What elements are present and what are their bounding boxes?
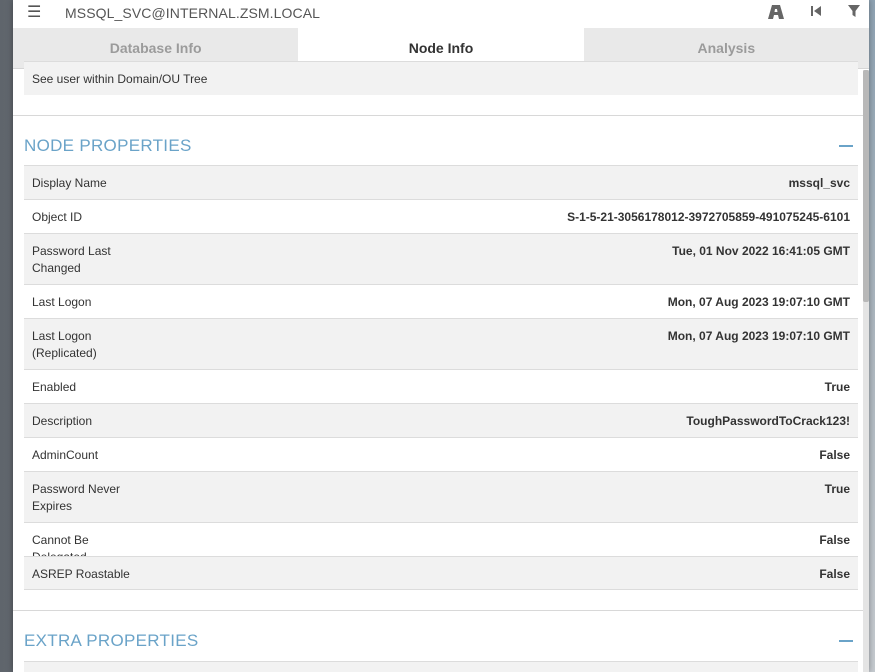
extra-properties-title: EXTRA PROPERTIES — [24, 631, 199, 650]
property-value: True — [824, 482, 850, 496]
property-label: AdminCount — [32, 448, 99, 462]
property-label: Last Logon — [32, 295, 92, 309]
property-row-password-never-expires: Password Never Expires True — [24, 471, 858, 522]
section-divider — [13, 115, 869, 116]
property-value: Mon, 07 Aug 2023 19:07:10 GMT — [667, 295, 850, 309]
property-value: S-1-5-21-3056178012-3972705859-491075245… — [567, 210, 850, 224]
property-label: ASREP Roastable — [32, 567, 130, 581]
hamburger-icon[interactable]: ☰ — [27, 4, 41, 22]
property-row-admincount: AdminCount False — [24, 437, 858, 471]
property-label: Object ID — [32, 210, 83, 224]
property-value: mssql_svc — [788, 176, 850, 190]
property-row-display-name: Display Name mssql_svc — [24, 165, 858, 199]
scrollbar-thumb[interactable] — [863, 70, 869, 302]
property-label: Password Never Expires — [32, 482, 121, 513]
back-to-start-icon[interactable] — [809, 4, 823, 23]
extra-properties-first-row — [24, 661, 858, 672]
filter-icon[interactable] — [847, 4, 861, 23]
property-label: Display Name — [32, 176, 107, 190]
see-user-label: See user within Domain/OU Tree — [32, 72, 208, 86]
property-row-last-logon: Last Logon Mon, 07 Aug 2023 19:07:10 GMT — [24, 284, 858, 318]
property-value: True — [824, 380, 850, 394]
property-value: False — [819, 567, 850, 581]
property-label: Password Last Changed — [32, 244, 111, 275]
node-properties-title: NODE PROPERTIES — [24, 136, 192, 155]
property-label: Enabled — [32, 380, 77, 394]
property-row-asrep-roastable: ASREP Roastable False — [24, 556, 858, 590]
panel-header: ☰ MSSQL_SVC@INTERNAL.ZSM.LOCAL — [13, 0, 869, 28]
property-row-last-logon-replicated: Last Logon (Replicated) Mon, 07 Aug 2023… — [24, 318, 858, 369]
property-value: ToughPasswordToCrack123! — [686, 414, 850, 428]
node-info-panel: ☰ MSSQL_SVC@INTERNAL.ZSM.LOCAL Database … — [13, 0, 869, 672]
property-row-description: Description ToughPasswordToCrack123! — [24, 403, 858, 437]
property-row-cannot-be-delegated: Cannot Be Delegated False — [24, 522, 858, 564]
property-value: False — [819, 448, 850, 462]
collapse-node-properties-icon[interactable] — [839, 145, 853, 147]
property-value: Mon, 07 Aug 2023 19:07:10 GMT — [667, 329, 850, 343]
property-label: Last Logon (Replicated) — [32, 329, 97, 360]
see-user-in-tree-link[interactable]: See user within Domain/OU Tree — [24, 61, 858, 95]
property-row-password-last-changed: Password Last Changed Tue, 01 Nov 2022 1… — [24, 233, 858, 284]
property-row-object-id: Object ID S-1-5-21-3056178012-3972705859… — [24, 199, 858, 233]
section-divider — [13, 610, 869, 611]
property-row-enabled: Enabled True — [24, 369, 858, 403]
property-value: False — [819, 533, 850, 547]
path-icon[interactable] — [767, 4, 785, 25]
collapse-extra-properties-icon[interactable] — [839, 640, 853, 642]
selected-node-title: MSSQL_SVC@INTERNAL.ZSM.LOCAL — [65, 5, 321, 21]
property-value: Tue, 01 Nov 2022 16:41:05 GMT — [672, 244, 850, 258]
property-label: Description — [32, 414, 93, 428]
